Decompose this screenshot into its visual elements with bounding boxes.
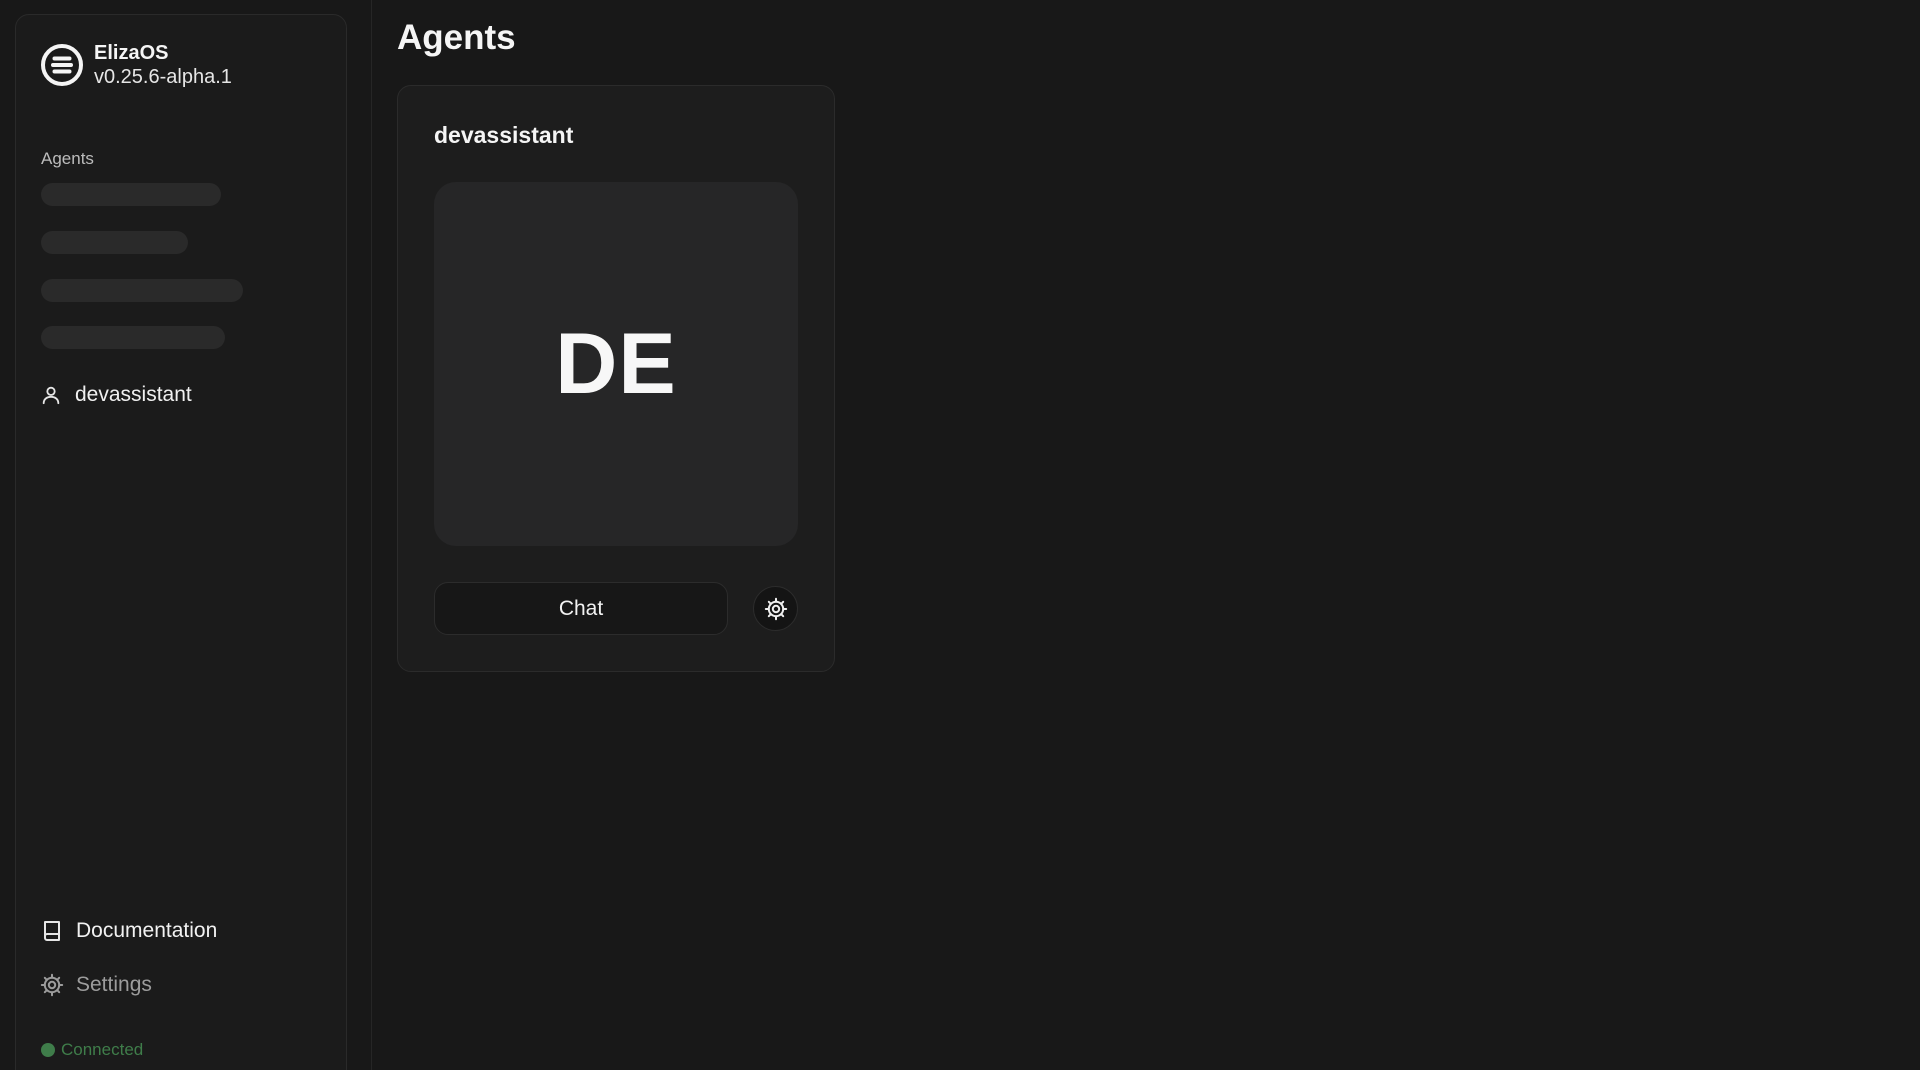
sidebar: ElizaOS v0.25.6-alpha.1 Agents devassist… [15, 14, 347, 1070]
gear-icon [40, 973, 64, 997]
brand[interactable]: ElizaOS v0.25.6-alpha.1 [40, 41, 232, 89]
sidebar-divider [371, 0, 372, 1070]
avatar-initials: DE [555, 315, 677, 412]
app-root: ElizaOS v0.25.6-alpha.1 Agents devassist… [0, 0, 1920, 1070]
brand-name: ElizaOS [94, 42, 169, 64]
agent-card-title: devassistant [434, 122, 574, 148]
agent-avatar: DE [434, 182, 798, 546]
status-text: Connected [61, 1040, 144, 1059]
status-dot [41, 1043, 55, 1057]
loading-skeleton [41, 231, 188, 254]
connection-status: Connected [41, 1040, 143, 1060]
loading-skeleton [41, 279, 243, 302]
loading-skeleton [41, 183, 221, 206]
eliza-logo-icon [41, 44, 83, 86]
sidebar-item-devassistant[interactable]: devassistant [40, 383, 192, 407]
brand-version: v0.25.6-alpha.1 [94, 66, 232, 88]
agent-settings-button[interactable] [753, 586, 798, 631]
sidebar-item-documentation[interactable]: Documentation [40, 919, 217, 943]
sidebar-item-label: devassistant [75, 383, 192, 406]
user-icon [42, 386, 60, 405]
agents-section-label: Agents [41, 149, 94, 168]
agent-card: devassistant DE Chat [397, 85, 835, 672]
sidebar-item-label: Settings [76, 973, 152, 996]
gear-icon [764, 597, 787, 620]
page-title: Agents [397, 18, 516, 57]
sidebar-item-label: Documentation [76, 919, 218, 942]
brand-text: ElizaOS v0.25.6-alpha.1 [94, 41, 232, 89]
book-icon [44, 921, 60, 941]
chat-button[interactable]: Chat [434, 582, 728, 635]
loading-skeleton [41, 326, 225, 349]
sidebar-item-settings[interactable]: Settings [40, 973, 152, 997]
